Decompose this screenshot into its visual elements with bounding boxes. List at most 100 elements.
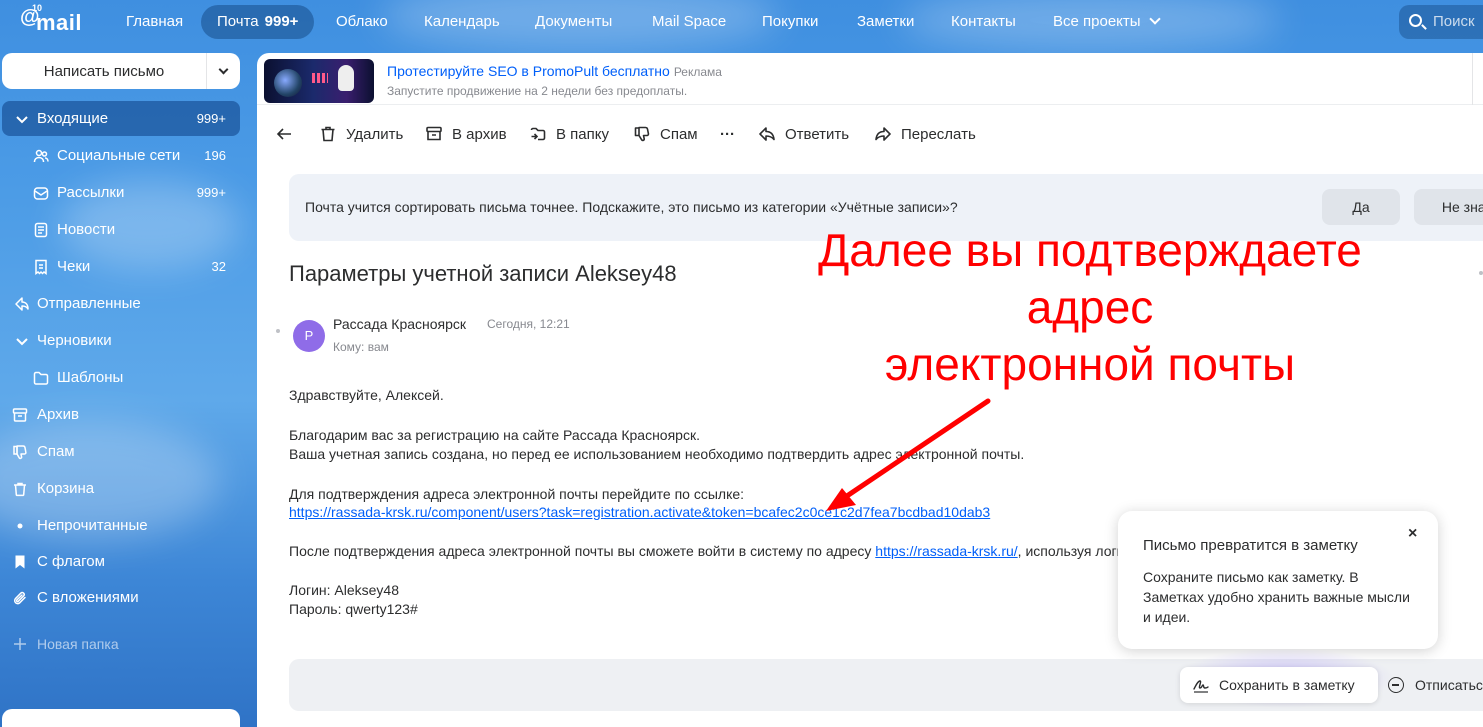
ad-tag: Реклама bbox=[673, 65, 722, 79]
folder-label: Входящие bbox=[37, 110, 109, 127]
archive-button[interactable]: В архив bbox=[425, 117, 507, 151]
folder-sent[interactable]: Отправленные bbox=[2, 286, 240, 321]
back-button[interactable] bbox=[275, 117, 302, 151]
archive-label: В архив bbox=[452, 125, 507, 143]
move-to-folder-button[interactable]: В папку bbox=[529, 117, 609, 151]
new-folder-button[interactable]: Новая папка bbox=[2, 626, 240, 661]
ad-image bbox=[264, 59, 374, 103]
nav-contacts-label: Контакты bbox=[951, 13, 1016, 30]
save-to-note-button[interactable]: Сохранить в заметку bbox=[1180, 667, 1378, 703]
unread-dot-icon[interactable] bbox=[276, 329, 280, 333]
ad-divider bbox=[1472, 53, 1473, 105]
folder-unread[interactable]: Непрочитанные bbox=[2, 508, 240, 543]
sender-name[interactable]: Рассада Красноярск bbox=[333, 316, 466, 332]
ad-title[interactable]: Протестируйте SEO в PromoPult бесплатно bbox=[387, 63, 670, 79]
delete-button[interactable]: Удалить bbox=[319, 117, 403, 151]
arrow-left-icon bbox=[276, 128, 291, 140]
nav-mail[interactable]: Почта 999+ bbox=[201, 5, 315, 39]
forward-button[interactable]: Переслать bbox=[874, 117, 976, 151]
nav-mail-space[interactable]: Mail Space bbox=[636, 5, 742, 39]
body-confirm-intro: Для подтверждения адреса электронной поч… bbox=[289, 486, 745, 502]
logo-text: mail bbox=[36, 10, 83, 35]
nav-documents[interactable]: Документы bbox=[519, 5, 628, 39]
search-placeholder: Поиск bbox=[1433, 13, 1475, 30]
folder-attachments[interactable]: С вложениями bbox=[2, 580, 240, 615]
mail-logo[interactable]: 10 @ mail bbox=[20, 3, 100, 36]
top-navigation: 10 @ mail Главная Почта 999+ Облако Кален… bbox=[0, 0, 1483, 44]
folder-archive[interactable]: Архив bbox=[2, 397, 240, 432]
folder-label: Спам bbox=[37, 443, 75, 460]
folder-trash[interactable]: Корзина bbox=[2, 471, 240, 506]
unsubscribe-button[interactable]: Отписаться bbox=[1388, 667, 1483, 703]
notice-yes-button[interactable]: Да bbox=[1322, 189, 1400, 225]
folder-label: Рассылки bbox=[57, 184, 125, 201]
close-icon[interactable]: × bbox=[1408, 525, 1417, 543]
compose-dropdown-button[interactable] bbox=[207, 64, 240, 75]
ad-title-row: Протестируйте SEO в PromoPult бесплатно Р… bbox=[387, 63, 722, 79]
folder-flagged[interactable]: С флагом bbox=[2, 544, 240, 579]
people-icon bbox=[33, 148, 49, 164]
folder-inbox[interactable]: Входящие 999+ bbox=[2, 101, 240, 136]
signature-icon bbox=[1193, 680, 1209, 693]
notice-no-button[interactable]: Не знаю bbox=[1414, 189, 1483, 225]
folder-count: 999+ bbox=[196, 185, 226, 200]
thumb-down-icon bbox=[12, 444, 28, 460]
more-button[interactable]: ··· bbox=[720, 117, 735, 151]
move-label: В папку bbox=[556, 125, 609, 143]
trash-icon bbox=[321, 126, 335, 142]
annotation-line-2: адрес bbox=[1026, 281, 1154, 333]
forward-label: Переслать bbox=[901, 125, 976, 143]
site-link[interactable]: https://rassada-krsk.ru/ bbox=[875, 543, 1017, 559]
plus-icon bbox=[12, 636, 28, 652]
nav-cloud[interactable]: Облако bbox=[320, 5, 404, 39]
chevron-down-icon bbox=[218, 64, 229, 74]
folder-count: 196 bbox=[204, 148, 226, 163]
folder-label: Отправленные bbox=[37, 295, 141, 312]
folder-label: Новая папка bbox=[37, 635, 119, 652]
sender-avatar[interactable]: Р bbox=[293, 320, 325, 352]
more-icon: ··· bbox=[720, 125, 735, 143]
nav-home-label: Главная bbox=[126, 13, 184, 30]
nav-all-projects[interactable]: Все проекты bbox=[1037, 5, 1175, 39]
nav-notes[interactable]: Заметки bbox=[841, 5, 930, 39]
spam-label: Спам bbox=[660, 125, 698, 143]
nav-contacts[interactable]: Контакты bbox=[935, 5, 1032, 39]
chevron-down-icon bbox=[14, 333, 30, 349]
archive-icon bbox=[426, 126, 442, 141]
body-thanks: Благодарим вас за регистрацию на сайте Р… bbox=[289, 427, 700, 443]
nav-shopping-label: Покупки bbox=[762, 13, 819, 30]
folder-receipts[interactable]: Чеки 32 bbox=[2, 249, 240, 284]
nav-cloud-label: Облако bbox=[336, 13, 388, 30]
ad-banner[interactable]: Протестируйте SEO в PromoPult бесплатно Р… bbox=[257, 53, 1483, 105]
tooltip-title: Письмо превратится в заметку bbox=[1143, 537, 1358, 554]
reply-button[interactable]: Ответить bbox=[758, 117, 849, 151]
note-tooltip: Письмо превратится в заметку Сохраните п… bbox=[1118, 511, 1438, 649]
body-created: Ваша учетная запись создана, но перед ее… bbox=[289, 446, 1025, 462]
nav-all-projects-label: Все проекты bbox=[1053, 13, 1141, 30]
nav-calendar[interactable]: Календарь bbox=[408, 5, 516, 39]
folder-social[interactable]: Социальные сети 196 bbox=[2, 138, 240, 173]
spam-button[interactable]: Спам bbox=[633, 117, 698, 151]
folder-label: Черновики bbox=[37, 332, 112, 349]
folder-newsletters[interactable]: Рассылки 999+ bbox=[2, 175, 240, 210]
folder-templates[interactable]: Шаблоны bbox=[2, 360, 240, 395]
nav-calendar-label: Календарь bbox=[424, 13, 500, 30]
confirm-link[interactable]: https://rassada-krsk.ru/component/users?… bbox=[289, 504, 990, 520]
more-dot-icon[interactable] bbox=[1479, 271, 1483, 275]
compose-button-group: Написать письмо bbox=[2, 53, 240, 89]
delete-label: Удалить bbox=[346, 125, 404, 143]
ad-subtitle: Запустите продвижение на 2 недели без пр… bbox=[387, 84, 688, 98]
nav-home[interactable]: Главная bbox=[110, 5, 199, 39]
nav-mail-label: Почта bbox=[217, 13, 259, 30]
compose-button[interactable]: Написать письмо bbox=[2, 63, 206, 80]
folder-drafts[interactable]: Черновики bbox=[2, 323, 240, 358]
folder-spam[interactable]: Спам bbox=[2, 434, 240, 469]
search-icon bbox=[1409, 14, 1422, 27]
folder-label: Архив bbox=[37, 406, 80, 423]
nav-shopping[interactable]: Покупки bbox=[746, 5, 834, 39]
folder-news[interactable]: Новости bbox=[2, 212, 240, 247]
folder-count: 999+ bbox=[196, 111, 226, 126]
folder-label: С флагом bbox=[37, 553, 105, 570]
search-input[interactable]: Поиск bbox=[1399, 5, 1483, 39]
message-recipient[interactable]: Кому: вам bbox=[333, 340, 389, 354]
